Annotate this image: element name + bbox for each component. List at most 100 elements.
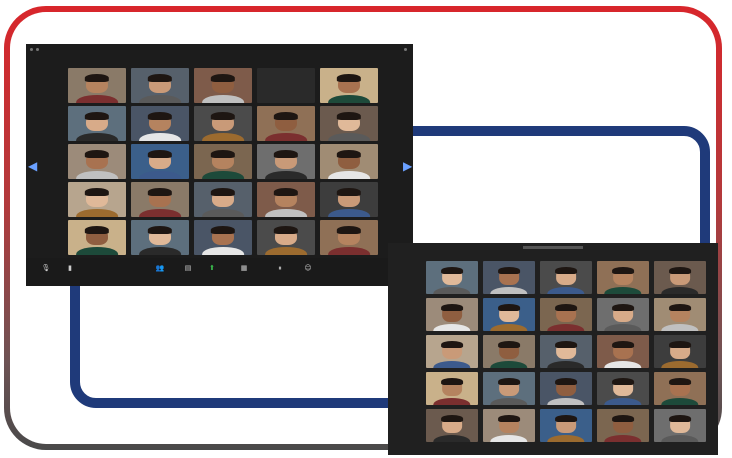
reactions-icon[interactable]: ☺: [298, 264, 318, 272]
participant-video-tile[interactable]: [426, 335, 478, 368]
participant-video-tile[interactable]: [68, 220, 126, 255]
participant-hair: [669, 303, 691, 312]
participant-video-tile[interactable]: [320, 68, 378, 103]
participant-body: [433, 286, 471, 294]
participant-video-tile[interactable]: [194, 68, 252, 103]
participant-body: [490, 286, 528, 294]
participant-hair: [84, 74, 110, 82]
participant-video-tile[interactable]: [426, 409, 478, 442]
participant-body: [547, 286, 585, 294]
participants-icon[interactable]: 👥: [150, 264, 170, 272]
participant-body: [661, 286, 699, 294]
participant-video-tile[interactable]: [540, 335, 592, 368]
participant-body: [139, 209, 181, 217]
participant-video-tile[interactable]: [426, 298, 478, 331]
participant-body: [139, 95, 181, 103]
participant-video-tile[interactable]: [320, 106, 378, 141]
participant-video-tile[interactable]: [68, 182, 126, 217]
participant-video-tile[interactable]: [426, 261, 478, 294]
participant-hair: [147, 150, 173, 158]
video-icon[interactable]: ▮: [60, 264, 80, 272]
participant-video-tile[interactable]: [483, 372, 535, 405]
participant-video-tile[interactable]: [483, 298, 535, 331]
participant-video-tile[interactable]: [654, 372, 706, 405]
participant-body: [328, 95, 370, 103]
participant-video-tile[interactable]: [131, 68, 189, 103]
participant-video-tile[interactable]: [597, 409, 649, 442]
prev-page-arrow-icon[interactable]: ◀: [28, 156, 37, 176]
next-page-arrow-icon[interactable]: ▶: [403, 156, 412, 176]
participant-hair: [336, 226, 362, 234]
participant-hair: [612, 414, 634, 423]
participant-body: [328, 171, 370, 179]
participant-hair: [84, 226, 110, 234]
participant-video-tile[interactable]: [540, 409, 592, 442]
participant-hair: [555, 414, 577, 423]
participant-hair: [498, 340, 520, 349]
participant-video-tile[interactable]: [483, 409, 535, 442]
participant-video-tile[interactable]: [483, 335, 535, 368]
participant-video-tile[interactable]: [257, 106, 315, 141]
participant-hair: [612, 266, 634, 275]
participant-video-tile[interactable]: [654, 335, 706, 368]
participant-video-tile[interactable]: [257, 182, 315, 217]
participant-body: [547, 323, 585, 331]
participant-video-tile[interactable]: [540, 372, 592, 405]
participant-video-tile[interactable]: [654, 409, 706, 442]
participant-hair: [147, 226, 173, 234]
participant-video-tile[interactable]: [68, 144, 126, 179]
participant-body: [661, 397, 699, 405]
participant-hair: [84, 112, 110, 120]
participant-body: [265, 133, 307, 141]
participant-hair: [441, 303, 463, 312]
participant-video-tile[interactable]: [320, 144, 378, 179]
participant-hair: [336, 112, 362, 120]
participant-video-tile[interactable]: [320, 182, 378, 217]
participant-body: [490, 323, 528, 331]
participant-gallery-grid: [426, 261, 706, 442]
participant-video-tile[interactable]: [483, 261, 535, 294]
share-screen-icon[interactable]: ⬆: [202, 264, 222, 272]
participant-video-tile[interactable]: [426, 372, 478, 405]
participant-video-tile[interactable]: [194, 106, 252, 141]
participant-video-tile[interactable]: [131, 182, 189, 217]
chat-icon[interactable]: ▤: [178, 264, 198, 272]
participant-video-tile[interactable]: [257, 144, 315, 179]
participant-body: [433, 434, 471, 442]
participant-video-tile[interactable]: [194, 220, 252, 255]
participant-video-tile[interactable]: [597, 298, 649, 331]
video-call-window-left: ◀ ▶ 🎙 ▮ 👥 ▤ ⬆ ▦ ⏸ ☺: [26, 44, 413, 286]
participant-hair: [273, 150, 299, 158]
video-call-window-right: [388, 243, 718, 455]
participant-video-tile[interactable]: [654, 261, 706, 294]
participant-video-tile[interactable]: [540, 261, 592, 294]
participant-body: [604, 434, 642, 442]
participant-hair: [210, 226, 236, 234]
participant-video-tile[interactable]: [654, 298, 706, 331]
participant-video-tile[interactable]: [597, 335, 649, 368]
window-dot-icon: [36, 48, 39, 51]
participant-video-tile[interactable]: [68, 68, 126, 103]
participant-hair: [669, 414, 691, 423]
participant-body: [202, 247, 244, 255]
mic-icon[interactable]: 🎙: [36, 264, 56, 272]
participant-video-tile[interactable]: [320, 220, 378, 255]
participant-video-tile[interactable]: [194, 182, 252, 217]
participant-body: [139, 133, 181, 141]
participant-video-tile[interactable]: [257, 220, 315, 255]
participant-video-tile[interactable]: [131, 106, 189, 141]
participant-video-tile[interactable]: [131, 144, 189, 179]
fullscreen-icon[interactable]: [404, 48, 407, 51]
participant-video-tile[interactable]: [194, 144, 252, 179]
participant-body: [328, 247, 370, 255]
participant-video-tile[interactable]: [131, 220, 189, 255]
participant-video-tile[interactable]: [68, 106, 126, 141]
participant-video-tile[interactable]: [540, 298, 592, 331]
participant-hair: [612, 303, 634, 312]
breakout-rooms-icon[interactable]: ▦: [234, 264, 254, 272]
record-icon[interactable]: ⏸: [270, 264, 290, 273]
participant-video-tile[interactable]: [597, 372, 649, 405]
participant-body: [604, 397, 642, 405]
participant-video-tile[interactable]: [257, 68, 315, 103]
participant-video-tile[interactable]: [597, 261, 649, 294]
